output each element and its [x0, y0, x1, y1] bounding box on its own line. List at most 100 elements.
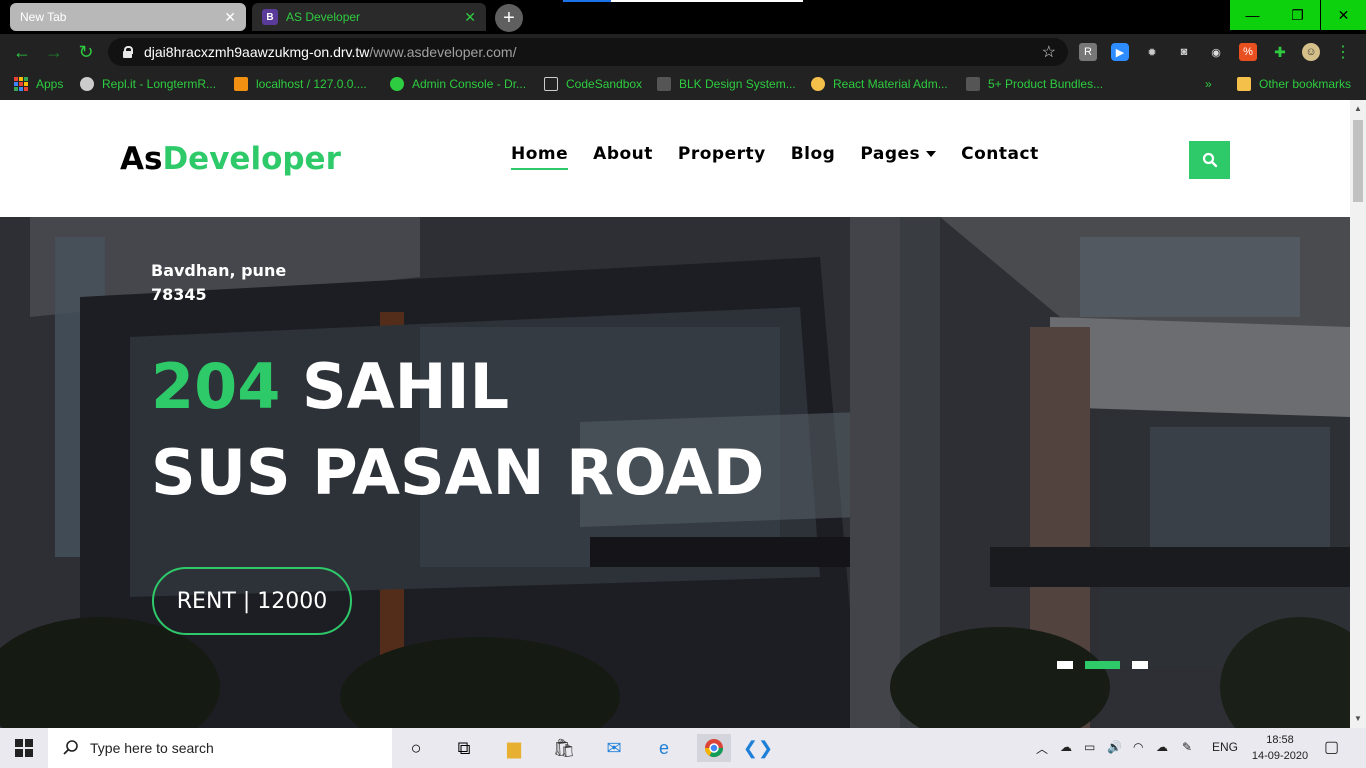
carousel-dot-1[interactable] — [1057, 661, 1073, 669]
bookmark-replit[interactable]: Repl.it - LongtermR... — [80, 77, 216, 91]
logo-prefix: As — [120, 141, 163, 177]
zoho-extension-icon[interactable]: % — [1239, 43, 1257, 61]
url-path: /www.asdeveloper.com/ — [369, 44, 517, 60]
site-logo[interactable]: AsDeveloper — [120, 141, 341, 177]
bookmark-apps[interactable]: Apps — [14, 77, 63, 91]
new-tab-button[interactable]: + — [495, 4, 523, 32]
windows-start-icon[interactable] — [10, 734, 38, 762]
restore-button[interactable]: ❐ — [1275, 0, 1320, 30]
bookmark-label: React Material Adm... — [833, 77, 948, 91]
cloud-sync-icon[interactable]: ☁ — [1156, 740, 1168, 754]
clock-time: 18:58 — [1266, 734, 1294, 746]
notifications-icon[interactable]: ▢ — [1324, 737, 1339, 757]
bookmark-localhost[interactable]: localhost / 127.0.0.... — [234, 77, 367, 91]
close-window-button[interactable]: ✕ — [1321, 0, 1366, 30]
scroll-down-arrow-icon[interactable]: ▼ — [1354, 714, 1362, 723]
bookmark-product-bundles[interactable]: 5+ Product Bundles... — [966, 77, 1103, 91]
lock-icon[interactable] — [122, 46, 133, 58]
phpmyadmin-icon — [234, 77, 248, 91]
chrome-icon[interactable] — [697, 734, 731, 762]
search-button[interactable] — [1189, 141, 1230, 179]
bookmark-star-icon[interactable]: ☆ — [1042, 42, 1056, 62]
browser-toolbar: ← → ↻ djai8hracxzmh9aawzukmg-on.drv.tw/w… — [0, 34, 1366, 70]
extension-icon[interactable]: R — [1079, 43, 1097, 61]
bookmark-blk[interactable]: BLK Design System... — [657, 77, 796, 91]
react-material-icon — [811, 77, 825, 91]
apps-grid-icon — [14, 77, 28, 91]
globe-icon — [390, 77, 404, 91]
onedrive-icon[interactable]: ☁ — [1060, 740, 1072, 754]
bookmark-react-material[interactable]: React Material Adm... — [811, 77, 948, 91]
scroll-up-arrow-icon[interactable]: ▲ — [1354, 104, 1362, 113]
folder-icon — [1237, 77, 1251, 91]
bookmarks-overflow-button[interactable]: » — [1205, 77, 1212, 91]
bookmark-label: BLK Design System... — [679, 77, 796, 91]
tab-title: New Tab — [20, 10, 67, 24]
wifi-icon[interactable]: ◠ — [1133, 740, 1143, 754]
tab-new-tab[interactable]: New Tab ✕ — [10, 3, 246, 31]
bookmark-admin-console[interactable]: Admin Console - Dr... — [390, 77, 526, 91]
close-tab-icon[interactable]: ✕ — [224, 9, 236, 26]
store-icon[interactable]: 🛍 — [550, 734, 578, 762]
page-scrollbar[interactable]: ▲ ▼ — [1350, 100, 1366, 728]
bug-extension-icon[interactable]: ✹ — [1143, 43, 1161, 61]
pen-icon[interactable]: ✎ — [1182, 740, 1192, 754]
tab-title: AS Developer — [286, 10, 361, 24]
bookmark-label: 5+ Product Bundles... — [988, 77, 1104, 91]
carousel-indicators — [1057, 661, 1148, 669]
search-icon — [63, 740, 78, 755]
close-tab-icon[interactable]: ✕ — [464, 9, 476, 26]
nav-contact[interactable]: Contact — [961, 144, 1039, 170]
taskbar-search-box[interactable]: Type here to search — [48, 728, 392, 768]
bootstrap-favicon-icon: B — [262, 9, 278, 25]
carousel-dot-2[interactable] — [1085, 661, 1120, 669]
battery-icon[interactable]: ▭ — [1084, 740, 1095, 754]
other-bookmarks[interactable]: Other bookmarks — [1237, 77, 1351, 91]
bookmark-codesandbox[interactable]: CodeSandbox — [544, 77, 642, 91]
minimize-button[interactable]: — — [1230, 0, 1275, 30]
caret-down-icon — [926, 151, 937, 157]
profile-avatar[interactable]: ☺ — [1302, 43, 1320, 61]
reload-icon[interactable]: ↻ — [76, 42, 96, 63]
carousel-dot-3[interactable] — [1132, 661, 1148, 669]
circle-extension-icon[interactable]: ◉ — [1207, 43, 1225, 61]
nav-home[interactable]: Home — [511, 144, 569, 170]
cortana-icon[interactable]: ○ — [402, 734, 430, 762]
page-load-progress — [563, 0, 803, 2]
scrollbar-thumb[interactable] — [1353, 120, 1363, 202]
property-address: Bavdhan, pune 78345 — [151, 259, 286, 307]
nav-pages[interactable]: Pages — [860, 144, 937, 170]
taskbar-search-placeholder: Type here to search — [90, 740, 214, 756]
title-number: 204 — [151, 350, 281, 423]
tray-overflow-icon[interactable]: ︿ — [1036, 740, 1048, 757]
vscode-icon[interactable]: ❮❯ — [743, 734, 773, 762]
file-explorer-icon[interactable]: ▆ — [500, 734, 528, 762]
forward-arrow-icon[interactable]: → — [44, 42, 64, 63]
menu-kebab-icon[interactable]: ⋮ — [1334, 43, 1352, 61]
windows-taskbar: Type here to search ○ ⧉ ▆ 🛍 ✉ e ❮❯ ︿ ☁ ▭… — [0, 728, 1366, 768]
desktop-screen: New Tab ✕ B AS Developer ✕ + — ❐ ✕ ← → ↻… — [0, 0, 1366, 768]
site-header: AsDeveloper Home About Property Blog Pag… — [0, 100, 1350, 217]
url-host: djai8hracxzmh9aawzukmg-on.drv.tw — [144, 44, 370, 60]
edge-icon[interactable]: e — [650, 734, 678, 762]
blk-icon — [657, 77, 671, 91]
puzzle-extensions-icon[interactable]: ✚ — [1271, 43, 1289, 61]
logo-suffix: Developer — [162, 141, 341, 177]
zoom-extension-icon[interactable]: ▶ — [1111, 43, 1129, 61]
task-view-icon[interactable]: ⧉ — [450, 734, 478, 762]
hero-carousel: Bavdhan, pune 78345 204 SAHIL SUS PASAN … — [0, 217, 1350, 728]
volume-icon[interactable]: 🔊 — [1107, 740, 1122, 754]
bundle-icon — [966, 77, 980, 91]
mail-icon[interactable]: ✉ — [600, 734, 628, 762]
nav-about[interactable]: About — [593, 144, 653, 170]
language-indicator[interactable]: ENG — [1212, 740, 1238, 754]
nav-property[interactable]: Property — [678, 144, 766, 170]
nav-blog[interactable]: Blog — [791, 144, 836, 170]
rent-price-button[interactable]: RENT | 12000 — [152, 567, 352, 635]
back-arrow-icon[interactable]: ← — [12, 42, 32, 63]
tab-as-developer[interactable]: B AS Developer ✕ — [252, 3, 486, 31]
system-clock[interactable]: 18:58 14-09-2020 — [1248, 732, 1312, 764]
address-bar[interactable]: djai8hracxzmh9aawzukmg-on.drv.tw/www.asd… — [108, 38, 1068, 66]
camera-extension-icon[interactable]: ◙ — [1175, 43, 1193, 61]
title-line-2: SUS PASAN ROAD — [151, 436, 765, 509]
